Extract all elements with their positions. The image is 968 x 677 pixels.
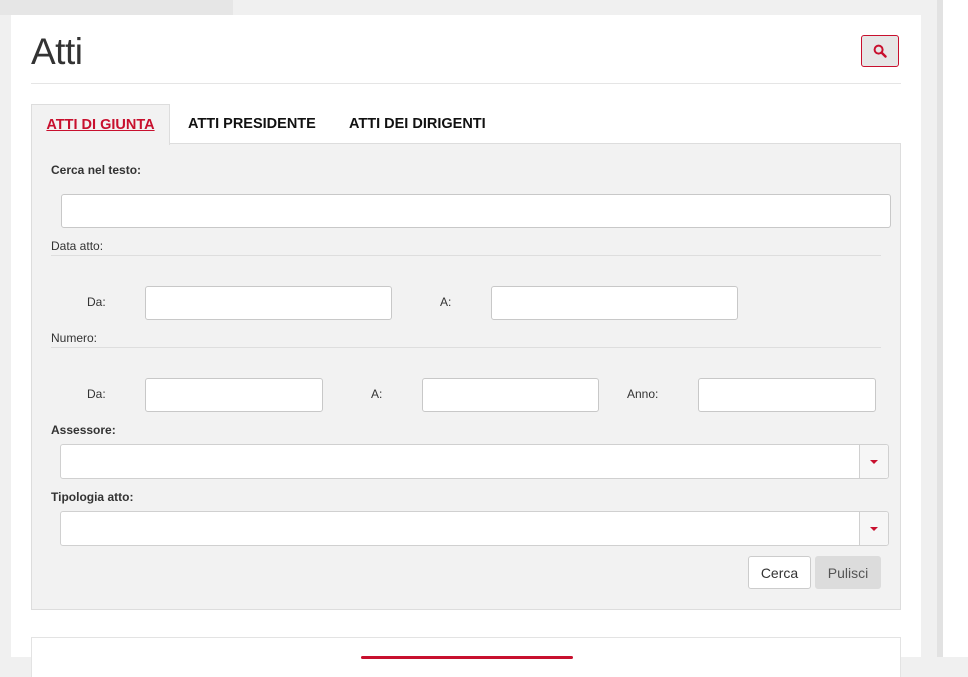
fulltext-label: Cerca nel testo:: [51, 163, 142, 177]
results-accent-bar: [361, 656, 573, 659]
title-divider: [31, 83, 901, 84]
caret-down-icon: [870, 526, 878, 531]
tipologia-select[interactable]: [60, 511, 889, 546]
data-atto-divider: [51, 255, 881, 256]
search-toggle-button[interactable]: [861, 35, 899, 67]
numero-da-label: Da:: [87, 387, 106, 401]
search-form-panel: Cerca nel testo: Data atto: Da: A: Numer…: [31, 143, 901, 610]
results-container: [31, 637, 901, 677]
data-atto-label: Data atto:: [51, 239, 104, 253]
cerca-button[interactable]: Cerca: [748, 556, 811, 589]
tab-atti-dei-dirigenti[interactable]: ATTI DEI DIRIGENTI: [349, 104, 486, 144]
search-icon: [873, 44, 887, 58]
data-a-label: A:: [440, 295, 452, 309]
data-a-input[interactable]: [491, 286, 738, 320]
numero-divider: [51, 347, 881, 348]
assessore-dropdown-toggle[interactable]: [859, 445, 888, 478]
anno-input[interactable]: [698, 378, 876, 412]
assessore-select[interactable]: [60, 444, 889, 479]
right-margin: [943, 0, 968, 657]
numero-a-input[interactable]: [422, 378, 599, 412]
page-title: Atti: [31, 31, 83, 72]
tab-atti-di-giunta[interactable]: ATTI DI GIUNTA: [31, 104, 170, 145]
tab-atti-presidente[interactable]: ATTI PRESIDENTE: [188, 104, 316, 144]
numero-label: Numero:: [51, 331, 98, 345]
pulisci-button[interactable]: Pulisci: [815, 556, 881, 589]
tipologia-label: Tipologia atto:: [51, 490, 134, 504]
fulltext-input[interactable]: [61, 194, 891, 228]
assessore-label: Assessore:: [51, 423, 116, 437]
atti-card: Atti ATTI DI GIUNTA ATTI PRESIDENTE ATTI…: [11, 15, 921, 677]
data-da-input[interactable]: [145, 286, 392, 320]
anno-label: Anno:: [627, 387, 659, 401]
numero-da-input[interactable]: [145, 378, 323, 412]
data-da-label: Da:: [87, 295, 106, 309]
numero-a-label: A:: [371, 387, 383, 401]
tipologia-dropdown-toggle[interactable]: [859, 512, 888, 545]
caret-down-icon: [870, 459, 878, 464]
top-strip: [0, 0, 233, 15]
